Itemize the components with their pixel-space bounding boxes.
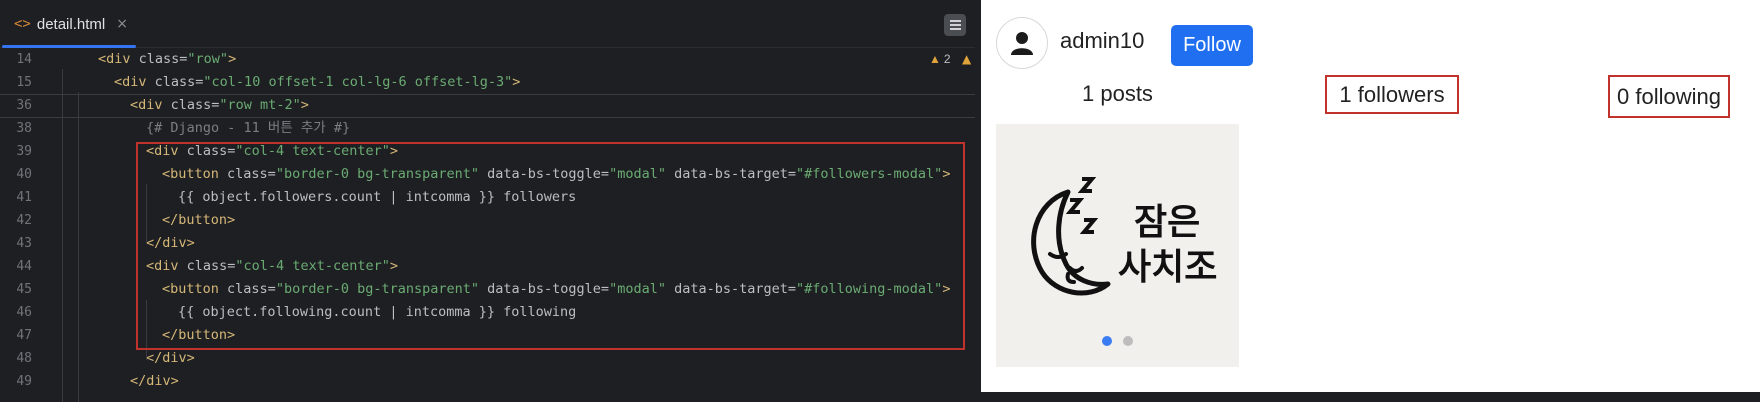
code-line[interactable]: 38 {# Django - 11 버튼 추가 #} — [0, 117, 975, 140]
line-number: 42 — [16, 213, 32, 228]
sleeping-moon-logo: 잠은 사치조 — [1031, 177, 1217, 296]
code-line[interactable]: 36 <div class="row mt-2"> — [0, 94, 975, 117]
code-token: </div> — [146, 350, 195, 366]
post-image-text-2: 사치조 — [1118, 247, 1217, 288]
line-number: 47 — [16, 328, 32, 343]
reader-mode-icon[interactable] — [944, 14, 966, 36]
posts-count: 1 posts — [1082, 81, 1153, 106]
indent-guide — [78, 92, 79, 402]
line-number: 45 — [16, 282, 32, 297]
fold-separator — [0, 117, 975, 118]
line-number: 36 — [16, 98, 32, 113]
browser-preview: admin10 Follow 1 posts 1 followers 0 fol… — [981, 0, 1760, 392]
line-number: 15 — [16, 75, 32, 90]
following-button[interactable]: 0 following — [1608, 75, 1730, 118]
tab-label: detail.html — [36, 15, 106, 33]
post-image-text-1: 잠은 — [1134, 202, 1200, 243]
editor-tab-bar: <> detail.html × — [0, 0, 975, 48]
avatar[interactable] — [996, 17, 1048, 69]
code-token: <div — [130, 97, 171, 113]
code-token: > — [300, 97, 309, 113]
line-number: 46 — [16, 305, 32, 320]
code-text: {# Django - 11 버튼 추가 #} — [146, 117, 350, 140]
code-token: > — [512, 74, 521, 90]
code-token: "row" — [187, 51, 229, 67]
line-number: 44 — [16, 259, 32, 274]
code-line[interactable]: 14 <div class="row"> — [0, 48, 975, 71]
code-token: {# Django - 11 버튼 추가 #} — [146, 120, 351, 136]
indent-guide — [62, 69, 63, 402]
code-token: "row mt-2" — [219, 97, 301, 113]
line-number: 40 — [16, 167, 32, 182]
code-token: class= — [154, 74, 204, 90]
profile-username: admin10 — [1060, 28, 1145, 53]
code-token: <div — [98, 51, 139, 67]
code-token: "col-10 offset-1 col-lg-6 offset-lg-3" — [203, 74, 513, 90]
line-number: 41 — [16, 190, 32, 205]
code-token: <div — [114, 74, 155, 90]
line-number: 38 — [16, 121, 32, 136]
code-line[interactable]: 49 </div> — [0, 370, 975, 393]
code-text: <div class="row"> — [98, 48, 236, 71]
code-token: class= — [170, 97, 220, 113]
code-text: <div class="row mt-2"> — [130, 94, 309, 117]
close-icon[interactable]: × — [116, 16, 128, 32]
code-token: </div> — [130, 373, 179, 389]
carousel-indicator-1[interactable] — [1102, 336, 1112, 346]
fold-separator — [0, 94, 975, 95]
carousel-indicator-2[interactable] — [1123, 336, 1133, 346]
html-tag-icon: <> — [14, 16, 31, 32]
annotation-highlight-box — [136, 142, 965, 350]
tab-detail-html[interactable]: <> detail.html × — [0, 0, 136, 48]
line-number: 39 — [16, 144, 32, 159]
code-text: </div> — [146, 347, 195, 370]
follow-button[interactable]: Follow — [1171, 25, 1253, 66]
line-number: 14 — [16, 52, 32, 67]
code-token: > — [228, 51, 237, 67]
code-line[interactable]: 15 <div class="col-10 offset-1 col-lg-6 o… — [0, 71, 975, 94]
code-text: <div class="col-10 offset-1 col-lg-6 off… — [114, 71, 520, 94]
line-number: 48 — [16, 351, 32, 366]
code-token: class= — [138, 51, 188, 67]
code-editor: <> detail.html × ▲ 2 ▲ 14 <div class="row"… — [0, 0, 975, 402]
code-text: </div> — [130, 370, 179, 393]
post-image[interactable]: 잠은 사치조 — [996, 124, 1239, 367]
user-icon — [1011, 32, 1033, 55]
followers-button[interactable]: 1 followers — [1325, 75, 1459, 114]
line-number: 49 — [16, 374, 32, 389]
line-number: 43 — [16, 236, 32, 251]
